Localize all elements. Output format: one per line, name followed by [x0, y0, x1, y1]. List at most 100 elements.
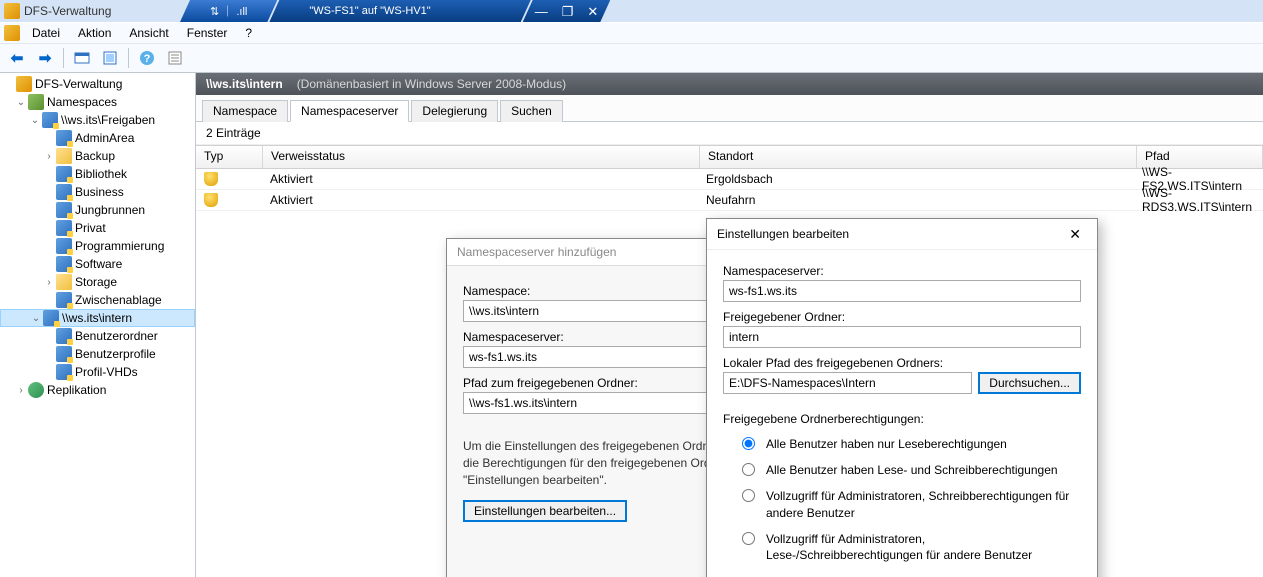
toolbar-separator — [63, 48, 64, 68]
tree-label: Business — [75, 185, 124, 199]
tree-item-software[interactable]: Software — [0, 255, 195, 273]
tree-label: Profil-VHDs — [75, 365, 138, 379]
radio-input[interactable] — [742, 532, 755, 545]
tree-label: AdminArea — [75, 131, 134, 145]
collapse-icon[interactable]: ⌄ — [14, 97, 28, 108]
window-titlebar: DFS-Verwaltung ⇅ ｜ .ıll "WS-FS1" auf "WS… — [0, 0, 1263, 22]
tree-intern[interactable]: ⌄ \\ws.its\intern — [0, 309, 195, 327]
perm-option-admin-rw[interactable]: Vollzugriff für Administratoren, Lese-/S… — [737, 531, 1081, 563]
col-typ[interactable]: Typ — [196, 146, 263, 168]
tree-replikation[interactable]: ›Replikation — [0, 381, 195, 399]
perm-option-admin-write[interactable]: Vollzugriff für Administratoren, Schreib… — [737, 488, 1081, 520]
vm-minimize-icon[interactable]: — — [535, 5, 548, 18]
nav-forward-button[interactable]: ➡ — [32, 46, 58, 70]
tree-item-backup[interactable]: ›Backup — [0, 147, 195, 165]
nav-back-button[interactable]: ⬅ — [4, 46, 30, 70]
share-icon — [56, 166, 72, 182]
input-local-path[interactable] — [723, 372, 972, 394]
browse-button[interactable]: Durchsuchen... — [978, 372, 1081, 394]
cell-verweis: Aktiviert — [262, 170, 698, 188]
new-window-button[interactable] — [69, 46, 95, 70]
app-title: DFS-Verwaltung — [24, 4, 111, 18]
tree-label: Privat — [75, 221, 106, 235]
dialog-title: Einstellungen bearbeiten — [717, 227, 849, 241]
col-verweisstatus[interactable]: Verweisstatus — [263, 146, 700, 168]
refresh-button[interactable] — [97, 46, 123, 70]
replication-icon — [28, 382, 44, 398]
menubar-app-icon — [4, 25, 20, 41]
cell-typ — [196, 170, 262, 188]
collapse-icon[interactable]: ⌄ — [29, 313, 43, 324]
menu-datei[interactable]: Datei — [24, 24, 68, 42]
tree-item-programmierung[interactable]: Programmierung — [0, 237, 195, 255]
tree-item-benutzerprofile[interactable]: Benutzerprofile — [0, 345, 195, 363]
tree-item-adminarea[interactable]: AdminArea — [0, 129, 195, 147]
tree-label: Software — [75, 257, 122, 271]
help-button[interactable]: ? — [134, 46, 160, 70]
input-namespaceserver[interactable] — [723, 280, 1081, 302]
tree-freigaben[interactable]: ⌄\\ws.its\Freigaben — [0, 111, 195, 129]
tree-item-benutzerordner[interactable]: Benutzerordner — [0, 327, 195, 345]
radio-input[interactable] — [742, 437, 755, 450]
tab-suchen[interactable]: Suchen — [500, 100, 563, 122]
label-namespaceserver: Namespaceserver: — [723, 264, 1081, 278]
perm-option-readonly[interactable]: Alle Benutzer haben nur Leseberechtigung… — [737, 436, 1081, 452]
tab-namespaceserver[interactable]: Namespaceserver — [290, 100, 409, 122]
cell-standort: Neufahrn — [698, 191, 1134, 209]
folder-icon — [56, 148, 72, 164]
menu-ansicht[interactable]: Ansicht — [121, 24, 176, 42]
menu-hilfe[interactable]: ? — [237, 24, 260, 42]
col-standort[interactable]: Standort — [700, 146, 1137, 168]
share-icon — [56, 202, 72, 218]
tree-item-storage[interactable]: ›Storage — [0, 273, 195, 291]
option-label: Vollzugriff für Administratoren, Lese-/S… — [766, 531, 1081, 563]
tab-namespace[interactable]: Namespace — [202, 100, 288, 122]
tree-item-privat[interactable]: Privat — [0, 219, 195, 237]
vm-restore-icon[interactable]: ❐ — [562, 5, 574, 18]
tree-item-bibliothek[interactable]: Bibliothek — [0, 165, 195, 183]
props-button[interactable] — [162, 46, 188, 70]
tree-root[interactable]: DFS-Verwaltung — [0, 75, 195, 93]
main-area: DFS-Verwaltung ⌄Namespaces ⌄\\ws.its\Fre… — [0, 73, 1263, 577]
share-icon — [42, 112, 58, 128]
cell-pfad: \\WS-RDS3.WS.ITS\intern — [1134, 184, 1263, 216]
expand-icon[interactable]: › — [14, 385, 28, 396]
close-button[interactable]: ✕ — [1063, 224, 1087, 245]
tree-item-business[interactable]: Business — [0, 183, 195, 201]
tree-label: \\ws.its\intern — [62, 311, 132, 325]
toolbar: ⬅ ➡ ? — [0, 43, 1263, 73]
perm-option-readwrite[interactable]: Alle Benutzer haben Lese- und Schreibber… — [737, 462, 1081, 478]
tree-label: DFS-Verwaltung — [35, 77, 122, 91]
arrow-right-icon: ➡ — [39, 49, 52, 67]
expand-icon[interactable]: › — [42, 277, 56, 288]
tree-item-profil-vhds[interactable]: Profil-VHDs — [0, 363, 195, 381]
tab-delegierung[interactable]: Delegierung — [411, 100, 498, 122]
expand-icon[interactable]: › — [42, 151, 56, 162]
share-icon — [56, 220, 72, 236]
edit-settings-button[interactable]: Einstellungen bearbeiten... — [463, 500, 627, 522]
share-icon — [56, 328, 72, 344]
window-icon — [74, 50, 90, 66]
path-sub: (Domänenbasiert in Windows Server 2008-M… — [297, 77, 566, 91]
menu-aktion[interactable]: Aktion — [70, 24, 119, 42]
input-shared-folder[interactable] — [723, 326, 1081, 348]
tree-namespaces[interactable]: ⌄Namespaces — [0, 93, 195, 111]
tree-item-zwischenablage[interactable]: Zwischenablage — [0, 291, 195, 309]
share-icon — [56, 238, 72, 254]
grid-row[interactable]: Aktiviert Ergoldsbach \\WS-FS2.WS.ITS\in… — [196, 169, 1263, 190]
props-icon — [167, 50, 183, 66]
tree-label: Jungbrunnen — [75, 203, 145, 217]
vm-status-icons[interactable]: ⇅ ｜ .ıll — [180, 0, 277, 22]
tree-label: Programmierung — [75, 239, 164, 253]
radio-input[interactable] — [742, 463, 755, 476]
collapse-icon[interactable]: ⌄ — [28, 115, 42, 126]
tree-label: Bibliothek — [75, 167, 127, 181]
nav-tree[interactable]: DFS-Verwaltung ⌄Namespaces ⌄\\ws.its\Fre… — [0, 73, 196, 577]
vm-close-icon[interactable]: ✕ — [587, 5, 598, 18]
menu-fenster[interactable]: Fenster — [179, 24, 236, 42]
grid-row[interactable]: Aktiviert Neufahrn \\WS-RDS3.WS.ITS\inte… — [196, 190, 1263, 211]
cell-verweis: Aktiviert — [262, 191, 698, 209]
tree-item-jungbrunnen[interactable]: Jungbrunnen — [0, 201, 195, 219]
share-icon — [56, 346, 72, 362]
radio-input[interactable] — [742, 489, 755, 502]
